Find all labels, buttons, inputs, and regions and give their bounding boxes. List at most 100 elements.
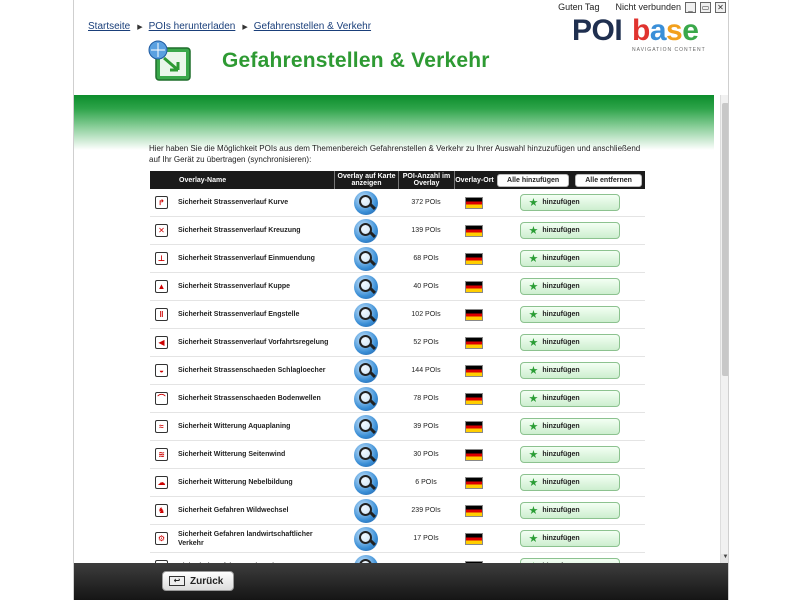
overlay-name: Sicherheit Gefahren Wildwechsel <box>178 507 289 514</box>
location-cell <box>454 448 494 461</box>
location-cell <box>454 308 494 321</box>
action-cell: ★hinzufügen <box>494 418 645 435</box>
poi-count: 6 POIs <box>415 479 437 486</box>
action-cell: ★hinzufügen <box>494 278 645 295</box>
german-flag-icon <box>465 336 483 349</box>
remove-all-button[interactable]: Alle entfernen <box>575 173 642 187</box>
scroll-down-arrow-icon[interactable]: ▼ <box>721 554 728 563</box>
add-button[interactable]: ★hinzufügen <box>519 194 620 211</box>
location-cell <box>454 420 494 433</box>
magnifier-icon[interactable] <box>354 414 378 439</box>
show-on-map-cell <box>334 358 398 383</box>
poi-count: 52 POIs <box>413 339 439 346</box>
add-button[interactable]: ★hinzufügen <box>519 390 620 407</box>
magnifier-icon[interactable] <box>354 274 378 299</box>
magnifier-icon[interactable] <box>354 190 378 215</box>
add-button[interactable]: ★hinzufügen <box>519 418 620 435</box>
table-row: ✕ Sicherheit Strassenverlauf Kreuzung 139 … <box>150 217 645 245</box>
add-button-label: hinzufügen <box>542 395 580 402</box>
poi-count: 17 POIs <box>413 535 439 542</box>
add-button[interactable]: ★hinzufügen <box>519 306 620 323</box>
add-button-label: hinzufügen <box>542 451 580 458</box>
show-on-map-cell <box>334 274 398 299</box>
back-button[interactable]: ↩ Zurück <box>162 571 234 591</box>
close-button[interactable]: ✕ <box>715 1 726 13</box>
window-title-bar: Guten Tag Nicht verbunden _ ▭ ✕ <box>558 0 728 14</box>
table-header: Overlay-Name Overlay auf Karte anzeigen … <box>150 171 645 189</box>
plus-star-icon: ★ <box>528 393 539 405</box>
location-cell <box>454 336 494 349</box>
overlay-name-cell: ☁ Sicherheit Witterung Nebelbildung <box>150 476 334 489</box>
magnifier-icon[interactable] <box>354 246 378 271</box>
svg-text:base: base <box>632 16 698 44</box>
add-button[interactable]: ★hinzufügen <box>519 278 620 295</box>
breadcrumb-pois-herunterladen[interactable]: POIs herunterladen <box>149 21 236 32</box>
application-window: Guten Tag Nicht verbunden _ ▭ ✕ Startsei… <box>73 0 729 600</box>
add-button[interactable]: ★hinzufügen <box>519 502 620 519</box>
scrollbar[interactable]: ▼ <box>720 95 728 563</box>
magnifier-icon[interactable] <box>354 526 378 551</box>
add-button[interactable]: ★hinzufügen <box>519 334 620 351</box>
magnifier-icon[interactable] <box>354 470 378 495</box>
show-on-map-cell <box>334 330 398 355</box>
maximize-button[interactable]: ▭ <box>700 1 711 13</box>
action-cell: ★hinzufügen <box>494 194 645 211</box>
add-button-label: hinzufügen <box>542 339 580 346</box>
action-cell: ★hinzufügen <box>494 250 645 267</box>
table-row: ≈ Sicherheit Witterung Aquaplaning 39 POIs… <box>150 413 645 441</box>
show-on-map-cell <box>334 246 398 271</box>
table-row: ◀ Sicherheit Strassenverlauf Vorfahrtsreg… <box>150 329 645 357</box>
plus-star-icon: ★ <box>528 477 539 489</box>
add-button[interactable]: ★hinzufügen <box>519 362 620 379</box>
add-button[interactable]: ★hinzufügen <box>519 530 620 547</box>
breadcrumb-startseite[interactable]: Startseite <box>88 21 130 32</box>
back-button-label: Zurück <box>190 575 224 587</box>
show-on-map-cell <box>334 470 398 495</box>
plus-star-icon: ★ <box>528 337 539 349</box>
footer-bar: ↩ Zurück <box>74 563 728 600</box>
scroll-thumb[interactable] <box>722 103 728 376</box>
magnifier-icon[interactable] <box>354 218 378 243</box>
add-button-label: hinzufügen <box>542 507 580 514</box>
poi-table: Overlay-Name Overlay auf Karte anzeigen … <box>150 171 645 581</box>
table-row: ⌒ Sicherheit Strassenschaeden Bodenwellen… <box>150 385 645 413</box>
magnifier-icon[interactable] <box>354 330 378 355</box>
minimize-button[interactable]: _ <box>685 1 696 13</box>
add-button-label: hinzufügen <box>542 227 580 234</box>
overlay-name-cell: ✕ Sicherheit Strassenverlauf Kreuzung <box>150 224 334 237</box>
plus-star-icon: ★ <box>528 309 539 321</box>
add-button[interactable]: ★hinzufügen <box>519 222 620 239</box>
location-cell <box>454 504 494 517</box>
magnifier-icon[interactable] <box>354 498 378 523</box>
german-flag-icon <box>465 392 483 405</box>
magnifier-icon[interactable] <box>354 358 378 383</box>
magnifier-icon[interactable] <box>354 302 378 327</box>
overlay-name-cell: ▲ Sicherheit Strassenverlauf Kuppe <box>150 280 334 293</box>
poi-count: 139 POIs <box>411 227 441 234</box>
german-flag-icon <box>465 252 483 265</box>
add-button[interactable]: ★hinzufügen <box>519 474 620 491</box>
overlay-name: Sicherheit Gefahren landwirtschaftlicher… <box>178 530 313 547</box>
header-overlay-name: Overlay-Name <box>179 176 227 184</box>
traffic-sign-icon: ☁ <box>155 476 168 489</box>
header-show-on-map: Overlay auf Karte anzeigen <box>334 171 398 189</box>
show-on-map-cell <box>334 218 398 243</box>
header-poi-count: POI-Anzahl im Overlay <box>398 171 454 189</box>
add-button-label: hinzufügen <box>542 311 580 318</box>
location-cell <box>454 252 494 265</box>
breadcrumb: Startseite ▶ POIs herunterladen ▶ Gefahr… <box>88 21 371 32</box>
location-cell <box>454 196 494 209</box>
add-button[interactable]: ★hinzufügen <box>519 250 620 267</box>
location-cell <box>454 224 494 237</box>
breadcrumb-current[interactable]: Gefahrenstellen & Verkehr <box>254 21 371 32</box>
connection-status: Nicht verbunden <box>615 2 681 12</box>
overlay-name-cell: ≈ Sicherheit Witterung Aquaplaning <box>150 420 334 433</box>
add-button-label: hinzufügen <box>542 367 580 374</box>
magnifier-icon[interactable] <box>354 442 378 467</box>
table-row: ☁ Sicherheit Witterung Nebelbildung 6 POIs… <box>150 469 645 497</box>
magnifier-icon[interactable] <box>354 386 378 411</box>
add-all-button[interactable]: Alle hinzufügen <box>497 173 570 187</box>
add-button[interactable]: ★hinzufügen <box>519 446 620 463</box>
german-flag-icon <box>465 196 483 209</box>
overlay-name-cell: ⊥ Sicherheit Strassenverlauf Einmuendung <box>150 252 334 265</box>
